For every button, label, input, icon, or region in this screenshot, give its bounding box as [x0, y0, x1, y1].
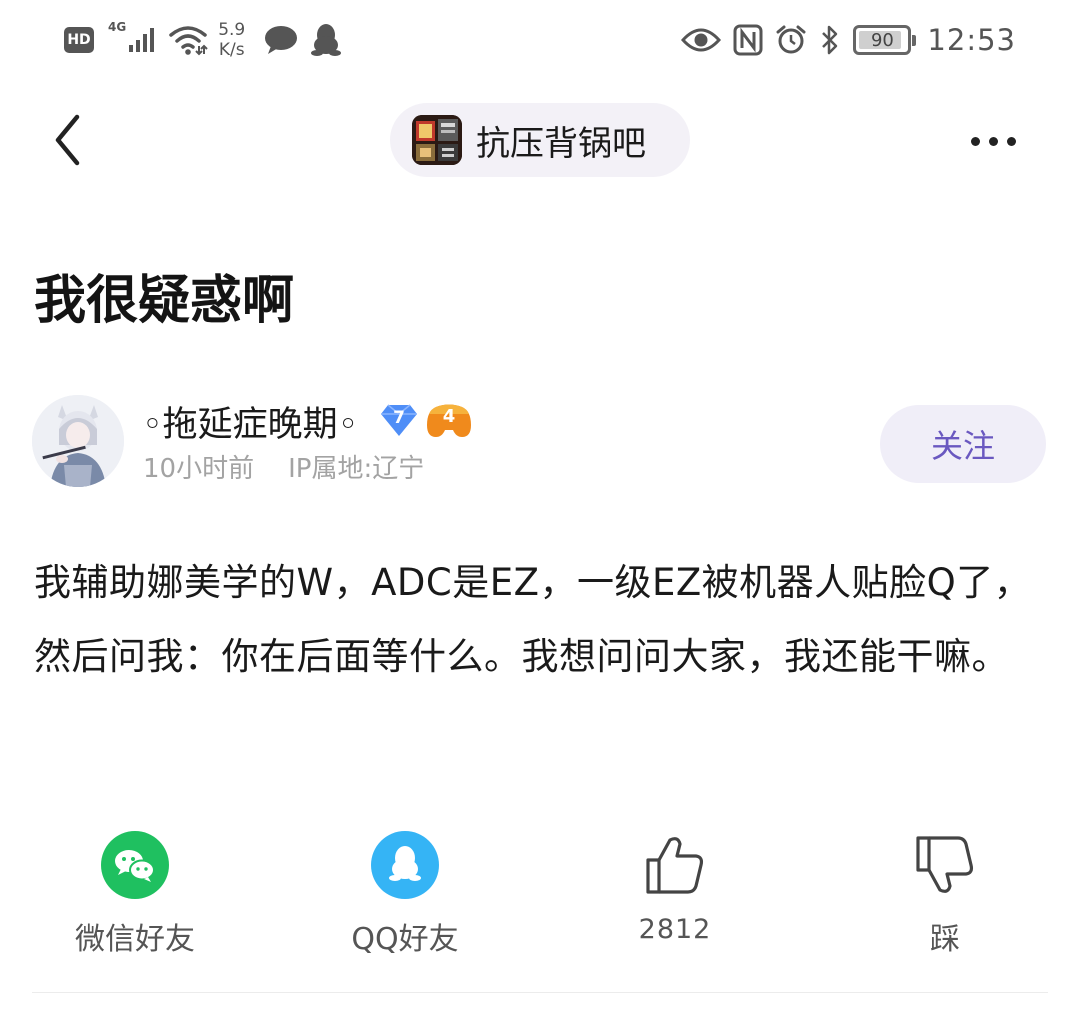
more-dot	[988, 136, 998, 146]
game-level-number: 4	[442, 406, 456, 427]
forum-name: 抗压背锅吧	[476, 123, 646, 164]
forum-chip[interactable]: 抗压背锅吧	[390, 103, 690, 177]
post-time: 10小时前	[143, 454, 255, 484]
share-qq-button[interactable]: QQ好友	[305, 830, 505, 960]
speed-value: 5.9	[218, 20, 246, 40]
ip-location: IP属地:辽宁	[288, 454, 425, 484]
battery-icon: 90	[853, 25, 917, 55]
thumbs-up-icon	[640, 830, 710, 900]
qq-icon	[370, 830, 440, 900]
more-dot	[970, 136, 980, 146]
thumbs-down-icon	[910, 830, 980, 900]
wechat-label: 微信好友	[75, 922, 195, 957]
dislike-button[interactable]: 踩	[845, 830, 1045, 960]
level-number: 7	[393, 408, 405, 428]
dislike-label: 踩	[930, 922, 960, 957]
wechat-icon	[100, 830, 170, 900]
follow-button[interactable]: 关注	[880, 405, 1046, 483]
qq-label: QQ好友	[351, 922, 459, 957]
like-count: 2812	[638, 914, 712, 945]
forum-avatar	[412, 115, 462, 165]
status-bar: HD 4G 5.9 K/s 90 12:53	[0, 0, 1080, 80]
qq-penguin-icon	[311, 23, 342, 57]
more-dot	[1006, 136, 1016, 146]
network-speed: 5.9 K/s	[218, 20, 245, 60]
post-meta: 10小时前 IP属地:辽宁	[143, 448, 424, 485]
back-chevron-icon	[55, 114, 80, 166]
network-type: 4G	[108, 20, 127, 34]
back-button[interactable]	[42, 108, 94, 172]
author-name[interactable]: ◦拖延症晚期◦	[142, 396, 358, 447]
level-badge: 7	[380, 403, 418, 437]
speed-unit: K/s	[218, 40, 245, 60]
more-button[interactable]	[958, 116, 1028, 166]
post-body: 我辅助娜美学的W，ADC是EZ，一级EZ被机器人贴脸Q了，然后问我：你在后面等什…	[34, 561, 1032, 678]
game-badge: 4	[426, 403, 472, 439]
post-title: 我很疑惑啊	[34, 271, 295, 331]
status-left: HD 4G 5.9 K/s	[64, 14, 342, 66]
author-avatar[interactable]	[32, 395, 124, 487]
signal-icon	[128, 27, 155, 53]
bluetooth-icon	[819, 24, 841, 56]
alarm-icon	[775, 24, 807, 56]
clock: 12:53	[927, 23, 1016, 57]
battery-level: 90	[870, 29, 894, 51]
nfc-icon	[733, 24, 763, 56]
divider	[32, 992, 1048, 993]
eye-icon	[681, 26, 722, 54]
like-button[interactable]: 2812	[575, 830, 775, 960]
wifi-icon	[168, 24, 208, 56]
share-wechat-button[interactable]: 微信好友	[35, 830, 235, 960]
hd-badge: HD	[64, 27, 94, 53]
status-right: 90 12:53	[681, 14, 1016, 66]
chat-bubble-icon	[263, 24, 299, 56]
